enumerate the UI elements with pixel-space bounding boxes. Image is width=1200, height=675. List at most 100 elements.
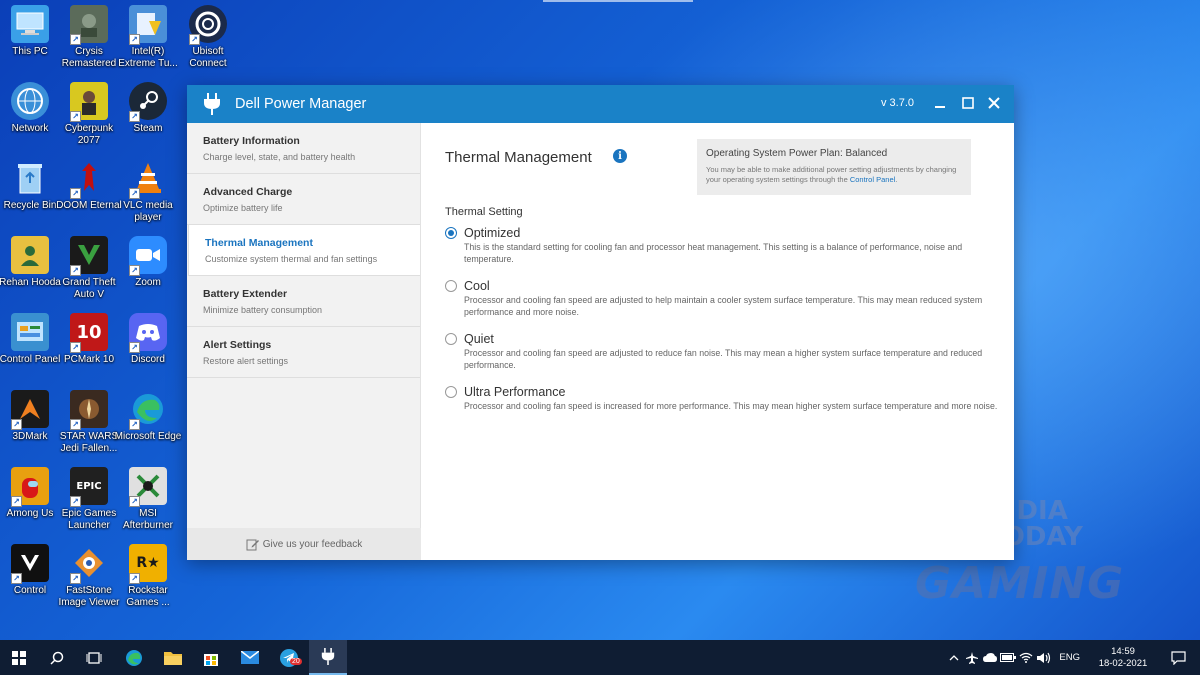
- taskbar-telegram[interactable]: 20: [270, 640, 308, 675]
- among-us-icon: ↗: [11, 467, 49, 507]
- control-panel-link[interactable]: Control Panel: [850, 175, 895, 184]
- sidebar-item-thermal-management[interactable]: Thermal Management Customize system ther…: [188, 225, 420, 276]
- desktop-icon-control-panel[interactable]: Control Panel: [0, 313, 63, 387]
- epic-games-icon: EPIC ↗: [70, 467, 108, 507]
- thermal-option-cool[interactable]: Cool Processor and cooling fan speed are…: [445, 279, 1005, 318]
- user-folder-icon: [11, 236, 49, 274]
- close-button[interactable]: [986, 94, 1002, 112]
- desktop-icon-label: Steam: [133, 123, 163, 134]
- desktop-icon-rockstar[interactable]: R★ ↗ Rockstar Games ...: [115, 544, 181, 618]
- radio-quiet[interactable]: [445, 333, 457, 345]
- discord-icon: ↗: [129, 313, 167, 353]
- store-bag-icon: [204, 653, 218, 666]
- maximize-button[interactable]: [960, 94, 976, 112]
- edge-icon: ↗: [129, 390, 167, 430]
- taskbar-mail[interactable]: [231, 640, 269, 675]
- globe-icon: [11, 82, 49, 120]
- desktop-icon-ubisoft[interactable]: ↗ Ubisoft Connect: [175, 5, 241, 79]
- taskbar: 20 ENG 14:59 18-02-2021: [0, 640, 1200, 675]
- sidebar-nav: Battery Information Charge level, state,…: [187, 123, 421, 560]
- page-title: Thermal Management: [445, 149, 592, 166]
- pcmark-icon: 10 ↗: [70, 313, 108, 353]
- sidebar-item-battery-extender[interactable]: Battery Extender Minimize battery consum…: [187, 276, 420, 327]
- taskbar-dell-power-manager[interactable]: [309, 640, 347, 675]
- radio-ultra-performance[interactable]: [445, 386, 457, 398]
- folder-icon: [164, 652, 182, 665]
- search-button[interactable]: [38, 640, 76, 675]
- desktop-icon-label: MSI Afterburner: [122, 508, 174, 531]
- volume-icon[interactable]: [1036, 640, 1052, 675]
- desktop-icon-recycle-bin[interactable]: Recycle Bin: [0, 159, 63, 233]
- doom-icon: ↗: [70, 159, 108, 199]
- window-title: Dell Power Manager: [235, 96, 367, 112]
- power-plug-icon: [203, 93, 221, 115]
- desktop-icon-edge[interactable]: ↗ Microsoft Edge: [115, 390, 181, 464]
- feedback-link[interactable]: Give us your feedback: [187, 528, 421, 560]
- desktop-icon-cyberpunk[interactable]: ↗ Cyberpunk 2077: [56, 82, 122, 156]
- thermal-management-panel: Thermal Management i Operating System Po…: [421, 123, 1014, 560]
- desktop-icon-intel-xtu[interactable]: ↗ Intel(R) Extreme Tu...: [115, 5, 181, 79]
- thermal-option-optimized[interactable]: Optimized This is the standard setting f…: [445, 226, 1005, 265]
- chevron-up-icon[interactable]: [946, 640, 962, 675]
- crysis-icon: ↗: [70, 5, 108, 45]
- recycle-bin-icon: [11, 159, 49, 197]
- star-wars-icon: ↗: [70, 390, 108, 430]
- task-view-button[interactable]: [75, 640, 113, 675]
- intel-xtu-icon: ↗: [129, 5, 167, 45]
- edit-icon: [246, 539, 259, 550]
- battery-icon[interactable]: [1000, 640, 1017, 675]
- window-titlebar[interactable]: Dell Power Manager v 3.7.0: [187, 85, 1014, 123]
- gta-v-icon: ↗: [70, 236, 108, 276]
- taskbar-edge[interactable]: [115, 640, 153, 675]
- desktop-icon-star-wars[interactable]: ↗ STAR WARS Jedi Fallen...: [56, 390, 122, 464]
- wifi-icon[interactable]: [1018, 640, 1034, 675]
- control-game-icon: ↗: [11, 544, 49, 584]
- system-clock[interactable]: 14:59 18-02-2021: [1090, 646, 1156, 670]
- desktop-icon-pcmark[interactable]: 10 ↗ PCMark 10: [56, 313, 122, 387]
- info-icon[interactable]: i: [613, 149, 627, 163]
- rockstar-icon: R★ ↗: [129, 544, 167, 584]
- cyberpunk-icon: ↗: [70, 82, 108, 122]
- vlc-cone-icon: ↗: [129, 159, 167, 199]
- sidebar-item-battery-information[interactable]: Battery Information Charge level, state,…: [187, 123, 420, 174]
- mail-icon: [241, 651, 259, 664]
- input-language[interactable]: ENG: [1059, 652, 1080, 663]
- desktop-icon-discord[interactable]: ↗ Discord: [115, 313, 181, 387]
- radio-optimized[interactable]: [445, 227, 457, 239]
- dell-power-manager-window: Dell Power Manager v 3.7.0 Battery Infor…: [187, 85, 1014, 560]
- desktop-icon-vlc[interactable]: ↗ VLC media player: [115, 159, 181, 233]
- top-edge-indicator: [543, 0, 693, 2]
- taskbar-microsoft-store[interactable]: [192, 640, 230, 675]
- app-version: v 3.7.0: [880, 97, 914, 109]
- thermal-option-quiet[interactable]: Quiet Processor and cooling fan speed ar…: [445, 332, 1005, 371]
- faststone-icon: ↗: [70, 544, 108, 584]
- thermal-setting-label: Thermal Setting: [445, 206, 523, 218]
- desktop-icon-label: VLC media player: [123, 200, 173, 223]
- desktop-icon-steam[interactable]: ↗ Steam: [115, 82, 181, 156]
- task-view-icon: [86, 651, 102, 664]
- desktop-icon-zoom[interactable]: ↗ Zoom: [115, 236, 181, 310]
- onedrive-cloud-icon[interactable]: [982, 640, 998, 675]
- notification-icon: [1170, 650, 1186, 665]
- sidebar-item-advanced-charge[interactable]: Advanced Charge Optimize battery life: [187, 174, 420, 225]
- notification-center-button[interactable]: [1156, 650, 1200, 665]
- airplane-icon[interactable]: [964, 640, 980, 675]
- power-plug-icon: [321, 648, 335, 665]
- edge-icon: [126, 649, 142, 666]
- radio-cool[interactable]: [445, 280, 457, 292]
- sidebar-item-alert-settings[interactable]: Alert Settings Restore alert settings: [187, 327, 420, 378]
- desktop-icon-label: Zoom: [135, 277, 161, 288]
- thermal-option-ultra-performance[interactable]: Ultra Performance Processor and cooling …: [445, 385, 1005, 413]
- steam-icon: ↗: [129, 82, 167, 122]
- desktop-icon-label: Ubisoft Connect: [189, 46, 227, 69]
- start-button[interactable]: [0, 640, 38, 675]
- computer-icon: [11, 5, 49, 43]
- msi-afterburner-icon: ↗: [129, 467, 167, 507]
- desktop-icon-gta-v[interactable]: ↗ Grand Theft Auto V: [56, 236, 122, 310]
- taskbar-file-explorer[interactable]: [154, 640, 192, 675]
- minimize-button[interactable]: [932, 94, 948, 112]
- ubisoft-icon: ↗: [189, 5, 227, 45]
- system-tray: ENG 14:59 18-02-2021: [945, 640, 1200, 675]
- power-plan-notice: Operating System Power Plan: Balanced Yo…: [697, 139, 971, 195]
- desktop-icon-msi-afterburner[interactable]: ↗ MSI Afterburner: [115, 467, 181, 541]
